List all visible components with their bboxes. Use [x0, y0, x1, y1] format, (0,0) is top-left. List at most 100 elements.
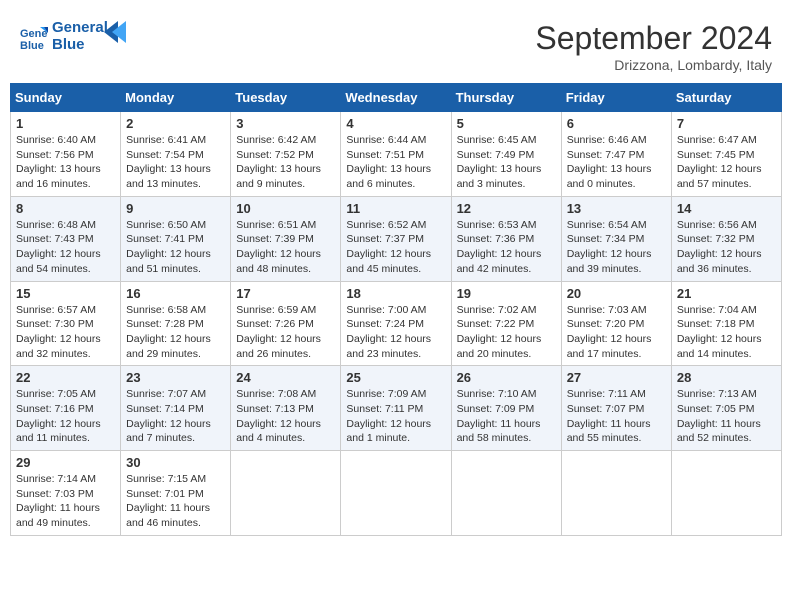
svg-text:Blue: Blue [20, 40, 44, 51]
calendar-cell: 24Sunrise: 7:08 AMSunset: 7:13 PMDayligh… [231, 366, 341, 451]
day-detail: Sunrise: 6:46 AMSunset: 7:47 PMDaylight:… [567, 133, 666, 192]
calendar-cell: 19Sunrise: 7:02 AMSunset: 7:22 PMDayligh… [451, 281, 561, 366]
day-number: 12 [457, 201, 556, 216]
calendar-cell: 22Sunrise: 7:05 AMSunset: 7:16 PMDayligh… [11, 366, 121, 451]
day-number: 11 [346, 201, 445, 216]
day-detail: Sunrise: 6:48 AMSunset: 7:43 PMDaylight:… [16, 218, 115, 277]
calendar-cell: 18Sunrise: 7:00 AMSunset: 7:24 PMDayligh… [341, 281, 451, 366]
day-number: 6 [567, 116, 666, 131]
calendar-cell: 30Sunrise: 7:15 AMSunset: 7:01 PMDayligh… [121, 451, 231, 536]
calendar-cell: 13 Sunrise: 6:54 AMSunset: 7:34 PMDayligh… [561, 196, 671, 281]
day-number: 15 [16, 286, 115, 301]
calendar-cell: 14 Sunrise: 6:56 AMSunset: 7:32 PMDayligh… [671, 196, 781, 281]
logo-arrow-icon [104, 21, 126, 43]
calendar-cell: 23 Sunrise: 7:07 AMSunset: 7:14 PMDayligh… [121, 366, 231, 451]
calendar-cell: 4 Sunrise: 6:44 AMSunset: 7:51 PMDaylight… [341, 112, 451, 197]
day-detail: Sunrise: 6:56 AMSunset: 7:32 PMDaylight:… [677, 218, 776, 277]
calendar-cell: 17Sunrise: 6:59 AMSunset: 7:26 PMDayligh… [231, 281, 341, 366]
day-number: 3 [236, 116, 335, 131]
calendar-cell [341, 451, 451, 536]
col-header-friday: Friday [561, 84, 671, 112]
day-detail: Sunrise: 6:54 AMSunset: 7:34 PMDaylight:… [567, 218, 666, 277]
calendar-cell: 16 Sunrise: 6:58 AMSunset: 7:28 PMDayligh… [121, 281, 231, 366]
day-detail: Sunrise: 6:44 AMSunset: 7:51 PMDaylight:… [346, 133, 445, 192]
day-number: 4 [346, 116, 445, 131]
day-number: 23 [126, 370, 225, 385]
calendar-cell [231, 451, 341, 536]
day-detail: Sunrise: 6:51 AMSunset: 7:39 PMDaylight:… [236, 218, 335, 277]
logo: General Blue General Blue [20, 20, 126, 53]
calendar-cell: 2 Sunrise: 6:41 AMSunset: 7:54 PMDaylight… [121, 112, 231, 197]
calendar-cell: 20Sunrise: 7:03 AMSunset: 7:20 PMDayligh… [561, 281, 671, 366]
day-detail: Sunrise: 6:45 AMSunset: 7:49 PMDaylight:… [457, 133, 556, 192]
day-detail: Sunrise: 6:40 AMSunset: 7:56 PMDaylight:… [16, 133, 115, 192]
logo-text-general: General [52, 20, 108, 37]
calendar-cell: 1 Sunrise: 6:40 AMSunset: 7:56 PMDaylight… [11, 112, 121, 197]
day-detail: Sunrise: 6:58 AMSunset: 7:28 PMDaylight:… [126, 303, 225, 362]
day-number: 27 [567, 370, 666, 385]
day-number: 1 [16, 116, 115, 131]
calendar-cell: 27 Sunrise: 7:11 AMSunset: 7:07 PMDayligh… [561, 366, 671, 451]
day-number: 30 [126, 455, 225, 470]
month-year-title: September 2024 [535, 20, 772, 57]
location-subtitle: Drizzona, Lombardy, Italy [535, 57, 772, 73]
day-detail: Sunrise: 6:47 AMSunset: 7:45 PMDaylight:… [677, 133, 776, 192]
calendar-cell: 26Sunrise: 7:10 AMSunset: 7:09 PMDayligh… [451, 366, 561, 451]
calendar-cell: 10 Sunrise: 6:51 AMSunset: 7:39 PMDayligh… [231, 196, 341, 281]
calendar-cell: 12 Sunrise: 6:53 AMSunset: 7:36 PMDayligh… [451, 196, 561, 281]
day-detail: Sunrise: 6:42 AMSunset: 7:52 PMDaylight:… [236, 133, 335, 192]
calendar-cell: 15 Sunrise: 6:57 AMSunset: 7:30 PMDayligh… [11, 281, 121, 366]
day-number: 10 [236, 201, 335, 216]
calendar-week-row: 29Sunrise: 7:14 AMSunset: 7:03 PMDayligh… [11, 451, 782, 536]
day-detail: Sunrise: 6:53 AMSunset: 7:36 PMDaylight:… [457, 218, 556, 277]
day-number: 16 [126, 286, 225, 301]
logo-icon: General Blue [20, 23, 48, 51]
col-header-tuesday: Tuesday [231, 84, 341, 112]
calendar-body: 1 Sunrise: 6:40 AMSunset: 7:56 PMDaylight… [11, 112, 782, 536]
col-header-monday: Monday [121, 84, 231, 112]
day-detail: Sunrise: 6:41 AMSunset: 7:54 PMDaylight:… [126, 133, 225, 192]
day-number: 19 [457, 286, 556, 301]
title-block: September 2024 Drizzona, Lombardy, Italy [535, 20, 772, 73]
day-number: 5 [457, 116, 556, 131]
calendar-week-row: 15 Sunrise: 6:57 AMSunset: 7:30 PMDayligh… [11, 281, 782, 366]
day-number: 22 [16, 370, 115, 385]
day-number: 20 [567, 286, 666, 301]
day-detail: Sunrise: 7:09 AMSunset: 7:11 PMDaylight:… [346, 387, 445, 446]
day-number: 25 [346, 370, 445, 385]
day-detail: Sunrise: 6:50 AMSunset: 7:41 PMDaylight:… [126, 218, 225, 277]
calendar-table: SundayMondayTuesdayWednesdayThursdayFrid… [10, 83, 782, 536]
day-detail: Sunrise: 6:57 AMSunset: 7:30 PMDaylight:… [16, 303, 115, 362]
day-number: 21 [677, 286, 776, 301]
day-number: 26 [457, 370, 556, 385]
page-header: General Blue General Blue September 2024… [10, 10, 782, 78]
calendar-cell: 7 Sunrise: 6:47 AMSunset: 7:45 PMDaylight… [671, 112, 781, 197]
calendar-cell: 6 Sunrise: 6:46 AMSunset: 7:47 PMDaylight… [561, 112, 671, 197]
day-detail: Sunrise: 7:07 AMSunset: 7:14 PMDaylight:… [126, 387, 225, 446]
day-detail: Sunrise: 7:00 AMSunset: 7:24 PMDaylight:… [346, 303, 445, 362]
calendar-cell: 8Sunrise: 6:48 AMSunset: 7:43 PMDaylight… [11, 196, 121, 281]
col-header-sunday: Sunday [11, 84, 121, 112]
day-number: 9 [126, 201, 225, 216]
day-number: 28 [677, 370, 776, 385]
calendar-cell: 9 Sunrise: 6:50 AMSunset: 7:41 PMDaylight… [121, 196, 231, 281]
day-number: 17 [236, 286, 335, 301]
calendar-cell: 11Sunrise: 6:52 AMSunset: 7:37 PMDayligh… [341, 196, 451, 281]
logo-text-blue: Blue [52, 37, 108, 54]
day-number: 2 [126, 116, 225, 131]
calendar-cell: 3 Sunrise: 6:42 AMSunset: 7:52 PMDaylight… [231, 112, 341, 197]
calendar-cell [671, 451, 781, 536]
calendar-cell: 25 Sunrise: 7:09 AMSunset: 7:11 PMDayligh… [341, 366, 451, 451]
calendar-cell [561, 451, 671, 536]
day-number: 14 [677, 201, 776, 216]
calendar-cell: 29Sunrise: 7:14 AMSunset: 7:03 PMDayligh… [11, 451, 121, 536]
day-number: 13 [567, 201, 666, 216]
col-header-wednesday: Wednesday [341, 84, 451, 112]
calendar-week-row: 1 Sunrise: 6:40 AMSunset: 7:56 PMDaylight… [11, 112, 782, 197]
calendar-cell: 28Sunrise: 7:13 AMSunset: 7:05 PMDayligh… [671, 366, 781, 451]
calendar-week-row: 22Sunrise: 7:05 AMSunset: 7:16 PMDayligh… [11, 366, 782, 451]
day-detail: Sunrise: 7:11 AMSunset: 7:07 PMDaylight:… [567, 387, 666, 446]
day-number: 7 [677, 116, 776, 131]
col-header-thursday: Thursday [451, 84, 561, 112]
calendar-cell: 5 Sunrise: 6:45 AMSunset: 7:49 PMDaylight… [451, 112, 561, 197]
